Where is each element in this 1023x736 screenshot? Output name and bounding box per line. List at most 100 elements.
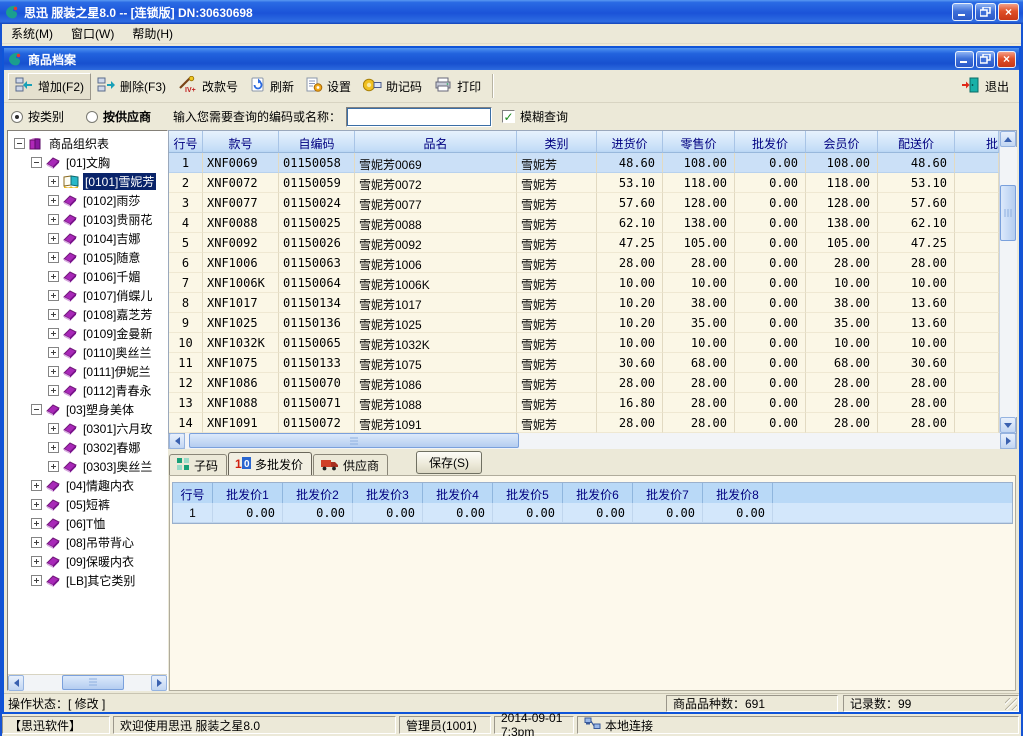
- tree-item[interactable]: [0110]奥丝兰: [10, 343, 167, 362]
- tree-expand-minus-icon[interactable]: [14, 138, 25, 149]
- table-scroll-down-button[interactable]: [1000, 417, 1016, 433]
- table-row[interactable]: 12XNF108601150070雪妮芳1086雪妮芳28.0028.000.0…: [169, 373, 999, 393]
- subtable-column-header[interactable]: 批发价1: [213, 483, 283, 503]
- table-vertical-scrollbar[interactable]: [999, 131, 1016, 433]
- tab-supplier[interactable]: 供应商: [313, 454, 388, 475]
- table-row[interactable]: 3XNF007701150024雪妮芳0077雪妮芳57.60128.000.0…: [169, 193, 999, 213]
- tree-expand-plus-icon[interactable]: [48, 195, 59, 206]
- tree-item-label[interactable]: [0301]六月玫: [81, 420, 154, 437]
- tree-expand-plus-icon[interactable]: [48, 271, 59, 282]
- tree-scroll-thumb[interactable]: [62, 675, 124, 690]
- tree-item[interactable]: [0104]吉娜: [10, 229, 167, 248]
- column-header[interactable]: 会员价: [806, 131, 878, 153]
- tree-item-label[interactable]: [0105]随意: [81, 249, 142, 266]
- tree-item[interactable]: 商品组织表: [10, 134, 167, 153]
- tree-item[interactable]: [0111]伊妮兰: [10, 362, 167, 381]
- tree-item-label[interactable]: [0109]金曼新: [81, 325, 154, 342]
- tree-expand-plus-icon[interactable]: [31, 499, 42, 510]
- tree-scroll-right-button[interactable]: [151, 675, 167, 691]
- table-row[interactable]: 6XNF100601150063雪妮芳1006雪妮芳28.0028.000.00…: [169, 253, 999, 273]
- subtable-column-header[interactable]: 批发价4: [423, 483, 493, 503]
- table-hscroll-thumb[interactable]: [189, 433, 519, 448]
- tree-expand-plus-icon[interactable]: [48, 176, 59, 187]
- subtable-column-header[interactable]: 行号: [173, 483, 213, 503]
- tree-item[interactable]: [0108]嘉芝芳: [10, 305, 167, 324]
- subtable-column-header[interactable]: 批发价6: [563, 483, 633, 503]
- child-minimize-button[interactable]: [955, 51, 974, 68]
- tree-item-label[interactable]: [0107]俏蝶儿: [81, 287, 154, 304]
- table-row[interactable]: 9XNF102501150136雪妮芳1025雪妮芳10.2035.000.00…: [169, 313, 999, 333]
- menu-item-1[interactable]: 窗口(W): [62, 23, 123, 44]
- tree-expand-plus-icon[interactable]: [48, 309, 59, 320]
- tree-scroll-left-button[interactable]: [8, 675, 24, 691]
- tree-item[interactable]: [09]保暖内衣: [10, 552, 167, 571]
- table-row[interactable]: 14XNF109101150072雪妮芳1091雪妮芳28.0028.000.0…: [169, 413, 999, 433]
- column-header[interactable]: 进货价: [597, 131, 663, 153]
- print-button[interactable]: 打印: [428, 74, 487, 99]
- close-button[interactable]: ×: [998, 3, 1019, 21]
- tree-item-label[interactable]: [0111]伊妮兰: [81, 363, 153, 380]
- tree-horizontal-scrollbar[interactable]: [8, 674, 167, 690]
- tree-expand-plus-icon[interactable]: [31, 537, 42, 548]
- tree-item[interactable]: [0102]雨莎: [10, 191, 167, 210]
- subtable-row[interactable]: 10.000.000.000.000.000.000.000.00: [173, 503, 1012, 523]
- fuzzy-query-checkbox[interactable]: ✓: [502, 110, 515, 123]
- table-row[interactable]: 10XNF1032K01150065雪妮芳1032K雪妮芳10.0010.000…: [169, 333, 999, 353]
- tree-item-label[interactable]: [03]塑身美体: [64, 401, 136, 418]
- tree-expand-plus-icon[interactable]: [48, 423, 59, 434]
- table-scroll-left-button[interactable]: [169, 433, 185, 449]
- tree-item-label[interactable]: [0103]贵丽花: [81, 211, 154, 228]
- tree-item[interactable]: [06]T恤: [10, 514, 167, 533]
- tree-item[interactable]: [0109]金曼新: [10, 324, 167, 343]
- tree-item[interactable]: [0112]青春永: [10, 381, 167, 400]
- radio-by-category[interactable]: [11, 111, 23, 123]
- subtable-column-header[interactable]: 批发价3: [353, 483, 423, 503]
- mnemonic-button[interactable]: 助记码: [357, 74, 428, 99]
- column-header[interactable]: 自编码: [279, 131, 355, 153]
- table-row[interactable]: 13XNF108801150071雪妮芳1088雪妮芳16.8028.000.0…: [169, 393, 999, 413]
- tree-expand-plus-icon[interactable]: [48, 385, 59, 396]
- del-button[interactable]: 删除(F3): [91, 74, 172, 99]
- radio-by-supplier[interactable]: [86, 111, 98, 123]
- add-button[interactable]: 增加(F2): [8, 73, 91, 100]
- column-header[interactable]: 批发价1: [955, 131, 999, 153]
- tab-multi-wholesale[interactable]: 10多批发价: [228, 452, 312, 475]
- menu-item-0[interactable]: 系统(M): [2, 23, 62, 44]
- tree-item-label[interactable]: 商品组织表: [47, 135, 111, 152]
- table-row[interactable]: 4XNF008801150025雪妮芳0088雪妮芳62.10138.000.0…: [169, 213, 999, 233]
- tree-item-label[interactable]: [04]情趣内衣: [64, 477, 136, 494]
- radio-by-category-label[interactable]: 按类别: [28, 108, 64, 125]
- subtable-column-header[interactable]: 批发价7: [633, 483, 703, 503]
- column-header[interactable]: 类别: [517, 131, 597, 153]
- child-close-button[interactable]: ×: [997, 51, 1016, 68]
- tree-item[interactable]: [0303]奥丝兰: [10, 457, 167, 476]
- restore-button[interactable]: [975, 3, 996, 21]
- tree-expand-plus-icon[interactable]: [48, 461, 59, 472]
- table-horizontal-scrollbar[interactable]: [168, 433, 1017, 449]
- tree-item-label[interactable]: [05]短裤: [64, 496, 112, 513]
- column-header[interactable]: 品名: [355, 131, 517, 153]
- column-header[interactable]: 批发价: [735, 131, 806, 153]
- tree-item[interactable]: [0106]千媚: [10, 267, 167, 286]
- tree-expand-minus-icon[interactable]: [31, 404, 42, 415]
- subtable-column-header[interactable]: 批发价5: [493, 483, 563, 503]
- subtable-column-header[interactable]: 批发价2: [283, 483, 353, 503]
- table-row[interactable]: 11XNF107501150133雪妮芳1075雪妮芳30.6068.000.0…: [169, 353, 999, 373]
- column-header[interactable]: 款号: [203, 131, 279, 153]
- tree-expand-minus-icon[interactable]: [31, 157, 42, 168]
- tree-expand-plus-icon[interactable]: [48, 290, 59, 301]
- tree-expand-plus-icon[interactable]: [48, 347, 59, 358]
- tree-item[interactable]: [LB]其它类别: [10, 571, 167, 590]
- column-header[interactable]: 行号: [169, 131, 203, 153]
- settings-button[interactable]: 设置: [300, 74, 357, 99]
- resize-grip[interactable]: [1005, 698, 1017, 710]
- tree-item[interactable]: [0105]随意: [10, 248, 167, 267]
- menu-item-2[interactable]: 帮助(H): [123, 23, 182, 44]
- table-row[interactable]: 1XNF006901150058雪妮芳0069雪妮芳48.60108.000.0…: [169, 153, 999, 173]
- refresh-button[interactable]: 刷新: [244, 74, 300, 99]
- tree-item-label[interactable]: [08]吊带背心: [64, 534, 136, 551]
- tree-item-label[interactable]: [0108]嘉芝芳: [81, 306, 154, 323]
- exit-button[interactable]: 退出: [955, 74, 1015, 99]
- table-row[interactable]: 2XNF007201150059雪妮芳0072雪妮芳53.10118.000.0…: [169, 173, 999, 193]
- tree-item-label[interactable]: [0106]千媚: [81, 268, 142, 285]
